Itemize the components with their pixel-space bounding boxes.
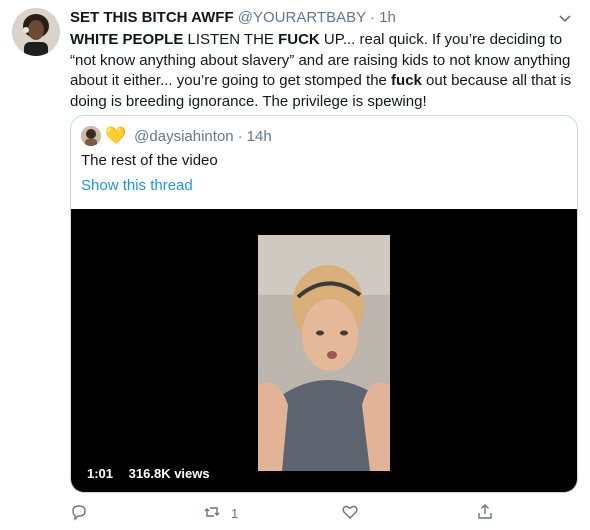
chevron-down-icon[interactable] (556, 9, 574, 27)
reply-button[interactable] (70, 502, 88, 524)
video-meta: 1:01 316.8K views (87, 466, 222, 481)
video-frame (258, 235, 390, 471)
quoted-avatar (81, 126, 101, 146)
retweet-button[interactable]: 1 (203, 502, 238, 524)
quoted-tweet[interactable]: 💛 @daysiahinton · 14h The rest of the vi… (70, 115, 578, 493)
yellow-heart-icon: 💛 (105, 126, 127, 145)
action-bar: 1 (70, 502, 540, 526)
video-views: 316.8K views (128, 466, 210, 481)
share-icon (476, 503, 494, 524)
quoted-header: 💛 @daysiahinton · 14h (81, 126, 272, 146)
separator: · (237, 127, 243, 145)
share-button[interactable] (476, 502, 494, 524)
author-name[interactable]: SET THIS BITCH AWFF (70, 9, 234, 26)
quoted-handle[interactable]: @daysiahinton (134, 128, 233, 145)
author-handle[interactable]: @YOURARTBABY (238, 9, 366, 26)
quoted-text: The rest of the video (81, 152, 218, 169)
retweet-count: 1 (231, 505, 239, 521)
tweet-header: SET THIS BITCH AWFF @YOURARTBABY · 1h (70, 9, 574, 29)
retweet-icon (203, 503, 221, 524)
separator: · (370, 9, 375, 26)
tweet[interactable]: SET THIS BITCH AWFF @YOURARTBABY · 1h WH… (0, 0, 590, 530)
tweet-time[interactable]: 1h (379, 9, 396, 26)
author-avatar[interactable] (12, 8, 60, 56)
video-duration: 1:01 (87, 466, 114, 481)
like-icon (341, 503, 359, 524)
video-player[interactable]: 1:01 316.8K views (71, 209, 577, 492)
like-button[interactable] (341, 502, 359, 524)
tweet-text: WHITE PEOPLE LISTEN THE FUCK UP... real … (70, 31, 572, 110)
reply-icon (70, 503, 88, 524)
show-thread-link[interactable]: Show this thread (81, 177, 193, 194)
quoted-time[interactable]: 14h (247, 128, 272, 145)
